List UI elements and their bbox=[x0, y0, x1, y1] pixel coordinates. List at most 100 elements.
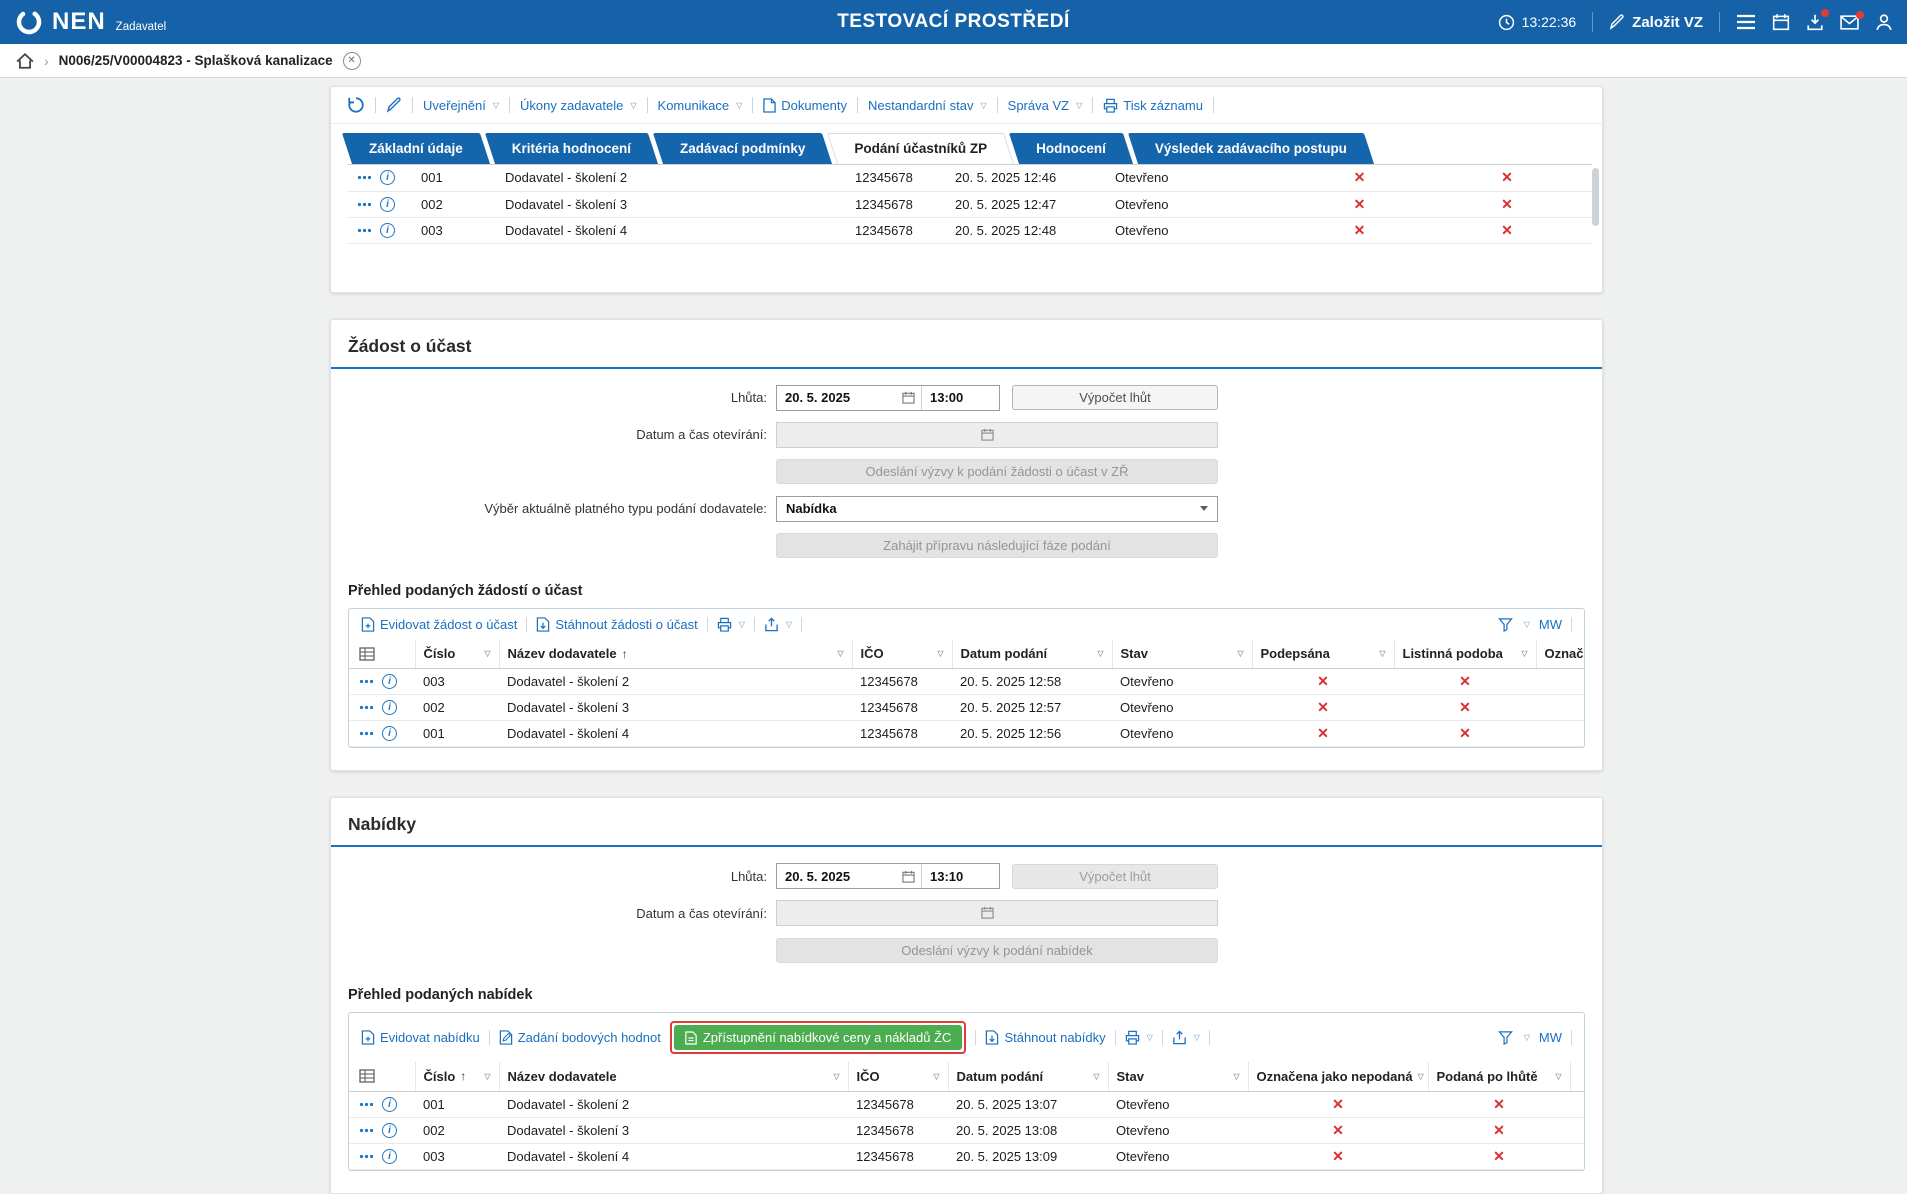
calendar-icon[interactable] bbox=[902, 391, 915, 404]
calendar-icon[interactable] bbox=[1772, 13, 1790, 31]
filter-chevron-icon[interactable]: ▽ bbox=[1097, 649, 1103, 658]
row-info-icon[interactable]: i bbox=[382, 1122, 397, 1138]
row-menu-icon[interactable] bbox=[357, 175, 372, 180]
menu-sprava-vz[interactable]: Správa VZ ▽ bbox=[1008, 98, 1083, 113]
dropdown-arrow-icon[interactable]: ▽ bbox=[1524, 620, 1530, 629]
filter-chevron-icon[interactable]: ▽ bbox=[837, 649, 843, 658]
tab-hodnoceni[interactable]: Hodnocení bbox=[1014, 133, 1128, 164]
vypocet-lhut-button[interactable]: Výpočet lhůt bbox=[1012, 863, 1218, 889]
dropdown-arrow-icon[interactable]: ▽ bbox=[1194, 1033, 1200, 1042]
filter-chevron-icon[interactable]: ▽ bbox=[937, 649, 943, 658]
row-info-icon[interactable]: i bbox=[382, 1096, 397, 1112]
column-header-listinna[interactable]: Listinná podoba ▽ bbox=[1394, 639, 1537, 669]
evidovat-nabidku-button[interactable]: Evidovat nabídku bbox=[361, 1030, 480, 1045]
tab-zadavaci-podminky[interactable]: Zadávací podmínky bbox=[658, 133, 827, 164]
filter-icon[interactable] bbox=[1497, 1030, 1513, 1045]
zadani-bodovych-hodnot-button[interactable]: Zadání bodových hodnot bbox=[499, 1030, 661, 1045]
menu-dokumenty[interactable]: Dokumenty bbox=[763, 98, 847, 113]
deadline-time-value[interactable]: 13:10 bbox=[921, 864, 999, 888]
filter-chevron-icon[interactable]: ▽ bbox=[1555, 1072, 1561, 1081]
deadline-date-value[interactable]: 20. 5. 2025 bbox=[777, 390, 902, 405]
tab-zakladni-udaje[interactable]: Základní údaje bbox=[347, 133, 485, 164]
close-icon[interactable]: ✕ bbox=[342, 51, 361, 70]
row-menu-icon[interactable] bbox=[359, 731, 374, 736]
column-header-stav[interactable]: Stav ▽ bbox=[1112, 639, 1253, 669]
scrollbar-thumb[interactable] bbox=[1592, 168, 1599, 226]
stahnout-zadosti-button[interactable]: Stáhnout žádosti o účast bbox=[536, 617, 698, 632]
filter-chevron-icon[interactable]: ▽ bbox=[1521, 649, 1527, 658]
tab-podani-ucastniku-zp[interactable]: Podání účastníků ZP bbox=[832, 133, 1009, 164]
column-header-select[interactable] bbox=[349, 639, 416, 669]
odeslani-vyzvy-button[interactable]: Odeslání výzvy k podání nabídek bbox=[776, 937, 1218, 963]
zadost-row[interactable]: i 003 Dodavatel - školení 2 12345678 20.… bbox=[349, 668, 1584, 695]
row-info-icon[interactable]: i bbox=[380, 222, 395, 238]
nabidka-row[interactable]: i 003 Dodavatel - školení 4 12345678 20.… bbox=[349, 1143, 1584, 1170]
dropdown-arrow-icon[interactable]: ▽ bbox=[739, 620, 745, 629]
row-info-icon[interactable]: i bbox=[382, 1148, 397, 1164]
stahnout-nabidky-button[interactable]: Stáhnout nabídky bbox=[985, 1030, 1106, 1045]
column-header-stav[interactable]: Stav ▽ bbox=[1108, 1062, 1249, 1092]
zadost-row[interactable]: i 001 Dodavatel - školení 4 12345678 20.… bbox=[349, 720, 1584, 747]
mail-icon[interactable] bbox=[1840, 10, 1864, 30]
opening-datetime-input[interactable] bbox=[776, 900, 1218, 926]
calendar-icon[interactable] bbox=[902, 870, 915, 883]
home-icon[interactable] bbox=[16, 52, 34, 69]
breadcrumb-record[interactable]: N006/25/V00004823 - Splašková kanalizace bbox=[59, 53, 333, 68]
column-header-nazev[interactable]: Název dodavatele ▽ bbox=[499, 1062, 849, 1092]
column-header-nazev[interactable]: Název dodavatele ↑ ▽ bbox=[499, 639, 853, 669]
zadost-row[interactable]: i 002 Dodavatel - školení 3 12345678 20.… bbox=[349, 694, 1584, 721]
column-header-datum[interactable]: Datum podání ▽ bbox=[948, 1062, 1109, 1092]
zahajit-fazi-button[interactable]: Zahájit přípravu následující fáze podání bbox=[776, 533, 1218, 558]
calendar-icon[interactable] bbox=[981, 906, 994, 919]
print-grid-button[interactable]: ▽ bbox=[717, 617, 745, 632]
column-header-datum[interactable]: Datum podání ▽ bbox=[952, 639, 1113, 669]
row-menu-icon[interactable] bbox=[359, 679, 374, 684]
calendar-icon[interactable] bbox=[981, 428, 994, 441]
mw-toggle[interactable]: MW bbox=[1539, 617, 1562, 632]
mw-toggle[interactable]: MW bbox=[1539, 1030, 1562, 1045]
row-info-icon[interactable]: i bbox=[380, 196, 395, 212]
column-header-cislo[interactable]: Číslo ▽ bbox=[415, 639, 500, 669]
deadline-date-value[interactable]: 20. 5. 2025 bbox=[777, 869, 902, 884]
download-icon[interactable] bbox=[1806, 9, 1829, 31]
user-icon[interactable] bbox=[1875, 13, 1893, 31]
row-menu-icon[interactable] bbox=[359, 1154, 374, 1159]
column-header-ico[interactable]: IČO ▽ bbox=[852, 639, 953, 669]
dropdown-arrow-icon[interactable]: ▽ bbox=[1524, 1033, 1530, 1042]
deadline-datetime-input[interactable]: 20. 5. 2025 13:10 bbox=[776, 863, 1000, 889]
typ-podani-select[interactable]: Nabídka bbox=[776, 495, 1218, 522]
evidovat-zadost-button[interactable]: Evidovat žádost o účast bbox=[361, 617, 517, 632]
create-vz-button[interactable]: Založit VZ bbox=[1609, 14, 1703, 31]
opening-datetime-input[interactable] bbox=[776, 421, 1218, 448]
row-info-icon[interactable]: i bbox=[382, 700, 397, 715]
column-header-ico[interactable]: IČO ▽ bbox=[848, 1062, 949, 1092]
zpristupneni-ceny-button[interactable]: Zpřístupnění nabídkové ceny a nákladů ŽC bbox=[673, 1025, 963, 1050]
odeslani-vyzvy-button[interactable]: Odeslání výzvy k podání žádosti o účast … bbox=[776, 459, 1218, 484]
pencil-icon[interactable] bbox=[386, 97, 402, 113]
column-header-po-lhute[interactable]: Podaná po lhůtě ▽ bbox=[1428, 1062, 1571, 1092]
menu-ukony-zadavatele[interactable]: Úkony zadavatele ▽ bbox=[520, 98, 637, 113]
row-info-icon[interactable]: i bbox=[382, 726, 397, 741]
row-menu-icon[interactable] bbox=[359, 1102, 374, 1107]
row-menu-icon[interactable] bbox=[357, 202, 372, 207]
column-header-select[interactable] bbox=[349, 1062, 416, 1092]
export-grid-button[interactable]: ▽ bbox=[764, 616, 792, 632]
menu-komunikace[interactable]: Komunikace ▽ bbox=[658, 98, 743, 113]
row-info-icon[interactable]: i bbox=[382, 674, 397, 689]
row-menu-icon[interactable] bbox=[357, 228, 372, 233]
filter-chevron-icon[interactable]: ▽ bbox=[1379, 649, 1385, 658]
dropdown-arrow-icon[interactable]: ▽ bbox=[786, 620, 792, 629]
participant-row[interactable]: i 002 Dodavatel - školení 3 12345678 20.… bbox=[347, 191, 1592, 218]
print-grid-button[interactable]: ▽ bbox=[1125, 1030, 1153, 1045]
row-info-icon[interactable]: i bbox=[380, 170, 395, 186]
column-header-oznac[interactable]: Označ bbox=[1536, 639, 1584, 669]
history-icon[interactable] bbox=[347, 96, 365, 114]
dropdown-arrow-icon[interactable]: ▽ bbox=[1147, 1033, 1153, 1042]
row-menu-icon[interactable] bbox=[359, 1128, 374, 1133]
filter-chevron-icon[interactable]: ▽ bbox=[1237, 649, 1243, 658]
participant-row[interactable]: i 001 Dodavatel - školení 2 12345678 20.… bbox=[347, 165, 1592, 192]
tab-kriteria-hodnoceni[interactable]: Kritéria hodnocení bbox=[490, 133, 653, 164]
filter-chevron-icon[interactable]: ▽ bbox=[1233, 1072, 1239, 1081]
vypocet-lhut-button[interactable]: Výpočet lhůt bbox=[1012, 385, 1218, 410]
menu-uverejneni[interactable]: Uveřejnění ▽ bbox=[423, 98, 499, 113]
